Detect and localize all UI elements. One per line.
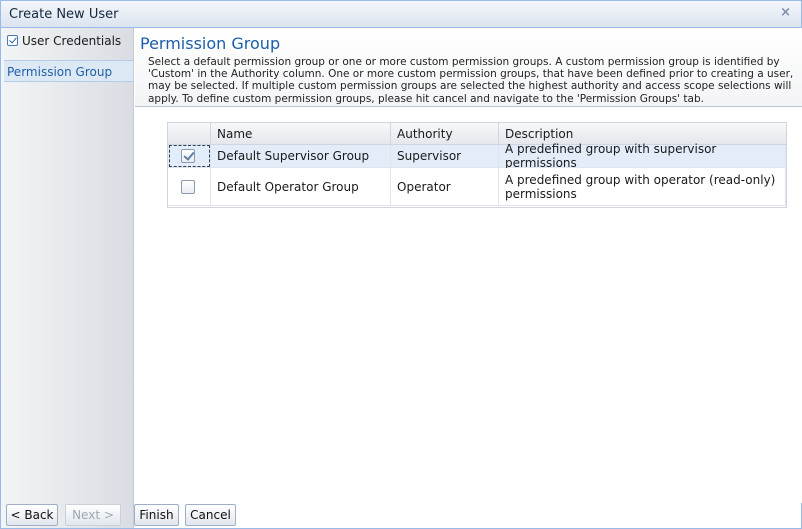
name-cell: Default Operator Group (211, 168, 391, 205)
create-user-dialog: Create New User × User Credentials Permi… (0, 0, 802, 529)
wizard-footer: < Back Next > Finish Cancel (1, 503, 801, 529)
main-content: Permission Group Select a default permis… (135, 28, 802, 503)
header-name[interactable]: Name (211, 123, 391, 145)
back-button[interactable]: < Back (6, 504, 58, 526)
header-select-column[interactable] (168, 123, 211, 145)
cancel-button[interactable]: Cancel (185, 504, 236, 526)
sidebar-item-label: Permission Group (7, 65, 113, 79)
close-icon[interactable]: × (780, 6, 791, 20)
row-checkbox[interactable] (181, 180, 195, 194)
permission-group-table: Name Authority Description Default Super… (167, 122, 787, 208)
dialog-title: Create New User (9, 7, 119, 22)
instructions-text: Select a default permission group or one… (148, 56, 794, 105)
check-icon (7, 35, 18, 46)
authority-cell: Supervisor (391, 145, 499, 167)
table-row[interactable]: Default Supervisor Group Supervisor A pr… (168, 142, 786, 170)
description-cell: A predefined group with operator (read-o… (499, 168, 786, 205)
sidebar-item-user-credentials[interactable]: User Credentials (4, 30, 133, 52)
next-button[interactable]: Next > (65, 504, 121, 526)
info-panel: Permission Group Select a default permis… (135, 28, 802, 107)
name-cell: Default Supervisor Group (211, 145, 391, 167)
select-cell (168, 168, 211, 205)
header-authority[interactable]: Authority (391, 123, 499, 145)
row-checkbox[interactable] (181, 149, 195, 163)
description-cell: A predefined group with supervisor permi… (499, 142, 786, 170)
dialog-title-bar[interactable]: Create New User × (1, 1, 801, 28)
select-cell (168, 145, 211, 167)
finish-button[interactable]: Finish (134, 504, 179, 526)
table-row[interactable]: Default Operator Group Operator A predef… (168, 168, 786, 206)
sidebar-item-permission-group[interactable]: Permission Group (4, 60, 133, 82)
page-title: Permission Group (140, 34, 281, 53)
wizard-steps-sidebar: User Credentials Permission Group (1, 28, 134, 528)
sidebar-item-label: User Credentials (22, 34, 122, 48)
authority-cell: Operator (391, 168, 499, 205)
